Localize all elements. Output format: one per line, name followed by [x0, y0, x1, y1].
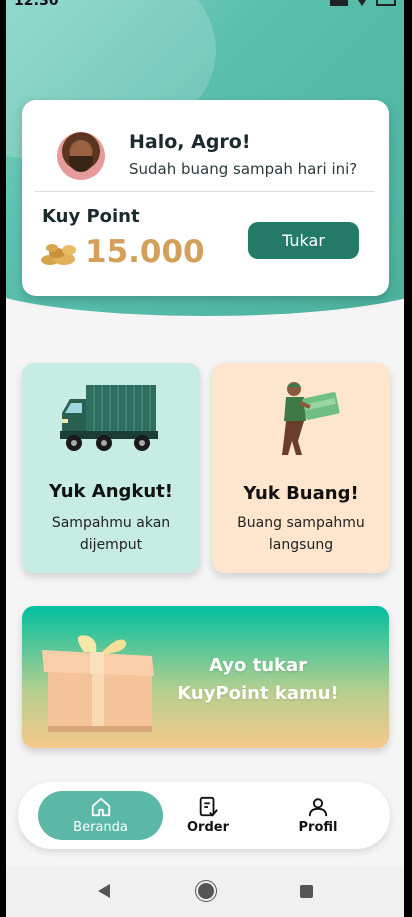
truck-icon [60, 385, 158, 451]
service-title: Yuk Angkut! [48, 481, 173, 502]
service-card-buang[interactable]: Yuk Buang! Buang sampahmu langsung [212, 363, 390, 573]
home-icon [91, 797, 110, 817]
person-carrying-box-icon [282, 382, 340, 455]
avatar[interactable] [57, 132, 105, 180]
person-icon [308, 798, 328, 817]
points-label: Kuy Point [42, 206, 140, 227]
status-icons [330, 0, 396, 6]
gift-box-icon [42, 635, 154, 732]
battery-icon [376, 0, 396, 6]
status-bar: 12:30 [6, 0, 404, 22]
promo-text: Ayo tukar KuyPoint kamu! [177, 655, 339, 704]
greeting-subtitle: Sudah buang sampah hari ini? [129, 160, 358, 178]
greeting-text: Halo, Agro! [129, 131, 251, 153]
avatar-beard [69, 156, 93, 172]
signal-icon [330, 0, 348, 6]
points-value: 15.000 [85, 234, 205, 270]
wifi-icon [356, 0, 368, 6]
nav-item-order[interactable]: Order [173, 782, 243, 849]
divider [35, 191, 374, 192]
status-time: 12:30 [14, 0, 59, 9]
order-list-icon [199, 796, 218, 817]
nav-label: Profil [298, 820, 338, 835]
nav-label: Beranda [73, 820, 128, 835]
user-card: Halo, Agro! Sudah buang sampah hari ini?… [22, 100, 389, 296]
home-button-icon[interactable] [198, 883, 214, 899]
bottom-nav: Beranda Order Profil [18, 782, 390, 849]
nav-item-beranda[interactable]: Beranda [38, 791, 163, 840]
back-icon[interactable] [98, 884, 110, 898]
service-description: Sampahmu akan dijemput [51, 515, 171, 553]
coins-icon [41, 244, 76, 265]
recent-apps-icon[interactable] [300, 885, 313, 898]
app-screen: 12:30 Halo, Agro! Sudah buang sampah har… [6, 0, 404, 917]
nav-item-profil[interactable]: Profil [283, 782, 353, 849]
nav-label: Order [187, 820, 229, 835]
promo-banner[interactable]: Ayo tukar KuyPoint kamu! [22, 606, 389, 748]
redeem-button[interactable]: Tukar [248, 222, 359, 259]
service-description: Buang sampahmu langsung [237, 515, 365, 553]
service-title: Yuk Buang! [243, 483, 359, 504]
service-card-angkut[interactable]: Yuk Angkut! Sampahmu akan dijemput [22, 363, 200, 573]
system-nav-bar [6, 866, 404, 917]
